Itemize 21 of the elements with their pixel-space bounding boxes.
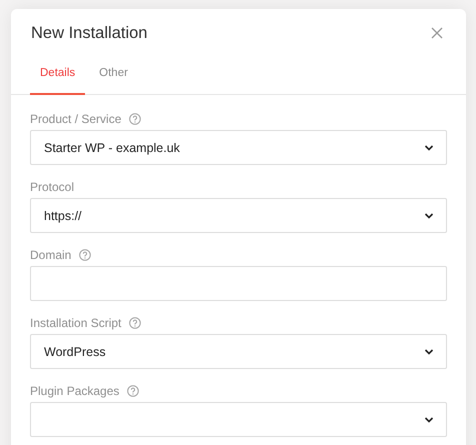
tab[interactable]: Details xyxy=(30,67,86,95)
input-field[interactable] xyxy=(30,266,447,301)
field-label: Plugin Packages xyxy=(30,384,120,398)
dialog-title: New Installation xyxy=(31,24,148,42)
field-label: Installation Script xyxy=(30,316,122,330)
close-icon[interactable] xyxy=(431,27,443,39)
select-field[interactable]: Starter WP - example.uk xyxy=(30,130,447,165)
help-icon[interactable] xyxy=(79,249,92,261)
chevron-down-icon xyxy=(424,212,434,218)
help-icon[interactable] xyxy=(129,317,142,329)
chevron-down-icon xyxy=(424,144,434,150)
help-icon[interactable] xyxy=(129,113,142,125)
field-label: Domain xyxy=(30,248,72,262)
field-label: Protocol xyxy=(30,180,74,194)
select-field[interactable] xyxy=(30,402,447,437)
field-label: Product / Service xyxy=(30,112,122,126)
select-field[interactable]: WordPress xyxy=(30,334,447,369)
help-icon[interactable] xyxy=(127,385,140,397)
chevron-down-icon xyxy=(424,416,434,422)
chevron-down-icon xyxy=(424,348,434,354)
select-field[interactable]: https:// xyxy=(30,198,447,233)
